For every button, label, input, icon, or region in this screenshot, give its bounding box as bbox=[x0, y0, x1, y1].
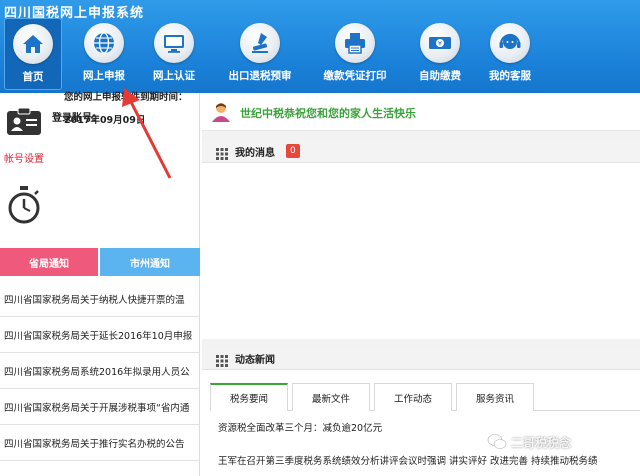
main-nav: 首页 网上申报 网上认证 出口退税预审 缴款凭证打印 ¥ 自助缴费 我的客服 bbox=[0, 18, 640, 90]
nav-home-label: 首页 bbox=[22, 71, 44, 83]
nav-export-rebate[interactable]: 出口退税预审 bbox=[214, 18, 306, 90]
stopwatch-icon bbox=[6, 185, 42, 225]
notice-tabs: 省局通知 市州通知 bbox=[0, 248, 200, 276]
user-avatar-icon bbox=[210, 101, 232, 123]
app-window: 四川国税网上申报系统 首页 网上申报 网上认证 出口退税预审 缴款凭证打印 ¥ … bbox=[0, 0, 640, 476]
divider bbox=[202, 131, 640, 139]
nav-export-rebate-label: 出口退税预审 bbox=[228, 70, 292, 82]
watermark-text: 二哥税税念 bbox=[511, 435, 572, 450]
top-banner: 四川国税网上申报系统 首页 网上申报 网上认证 出口退税预审 缴款凭证打印 ¥ … bbox=[0, 0, 640, 93]
stamp-icon bbox=[240, 23, 280, 63]
login-info: 登录账号： 帐号设置 bbox=[0, 93, 200, 168]
news-item[interactable]: 王军在召开第三季度税务系统绩效分析讲评会议时强调 讲实评好 改进完善 持续推动税… bbox=[218, 453, 638, 467]
notice-item[interactable]: 四川省国家税务局系统2016年拟录用人员公 bbox=[0, 353, 199, 389]
grid-icon bbox=[216, 352, 228, 367]
nav-customer-service[interactable]: 我的客服 bbox=[478, 18, 542, 90]
monitor-icon bbox=[154, 23, 194, 63]
nav-home[interactable]: 首页 bbox=[4, 18, 62, 90]
support-icon bbox=[490, 23, 530, 63]
tab-province-notice[interactable]: 省局通知 bbox=[0, 248, 98, 276]
notice-item[interactable]: 四川省国家税务局关于延长2016年10月申报 bbox=[0, 317, 199, 353]
notice-item[interactable]: 四川省国家税务局关于开展涉税事项“省内通 bbox=[0, 389, 199, 425]
account-settings-link[interactable]: 帐号设置 bbox=[4, 150, 44, 165]
grid-icon bbox=[216, 145, 228, 160]
news-tabs: 税务要闻 最新文件 工作动态 服务资讯 bbox=[210, 383, 640, 411]
messages-title: 我的消息 bbox=[235, 148, 275, 159]
news-header: 动态新闻 bbox=[202, 346, 640, 370]
messages-body bbox=[202, 164, 640, 341]
notice-item[interactable]: 四川省国家税务局关于纳税人快捷开票的温 bbox=[0, 281, 199, 317]
globe-icon bbox=[84, 23, 124, 63]
nav-self-pay[interactable]: ¥ 自助缴费 bbox=[408, 18, 472, 90]
expire-info bbox=[0, 173, 200, 243]
cash-icon: ¥ bbox=[420, 23, 460, 63]
divider bbox=[202, 339, 640, 346]
expire-label: 您的网上申报软件到期时间： bbox=[64, 92, 188, 103]
tab-tax-news[interactable]: 税务要闻 bbox=[210, 383, 288, 411]
nav-online-auth-label: 网上认证 bbox=[153, 70, 195, 82]
message-count-badge: 0 bbox=[286, 144, 300, 158]
nav-payment-print-label: 缴款凭证打印 bbox=[323, 70, 387, 82]
tab-work-updates[interactable]: 工作动态 bbox=[374, 383, 452, 411]
watermark: 二哥税税念 bbox=[487, 430, 640, 454]
id-card-icon bbox=[6, 107, 42, 137]
notice-item[interactable]: 四川省国家税务局关于推行实名办税的公告 bbox=[0, 425, 199, 461]
nav-online-filing[interactable]: 网上申报 bbox=[72, 18, 136, 90]
nav-online-filing-label: 网上申报 bbox=[83, 70, 125, 82]
nav-customer-service-label: 我的客服 bbox=[489, 70, 531, 82]
nav-payment-print[interactable]: 缴款凭证打印 bbox=[312, 18, 398, 90]
tab-city-notice[interactable]: 市州通知 bbox=[100, 248, 200, 276]
notice-list: 四川省国家税务局关于纳税人快捷开票的温 四川省国家税务局关于延长2016年10月… bbox=[0, 281, 199, 461]
news-title: 动态新闻 bbox=[235, 355, 275, 366]
left-panel: 登录账号： 帐号设置 省局通知 市州通知 四川省国家税务局关于纳税人快捷开票的温… bbox=[0, 93, 200, 476]
tab-latest-docs[interactable]: 最新文件 bbox=[292, 383, 370, 411]
tab-service-info[interactable]: 服务资讯 bbox=[456, 383, 534, 411]
svg-text:¥: ¥ bbox=[438, 40, 442, 48]
expire-date: 2017年09月09日 bbox=[64, 115, 146, 126]
welcome-text: 世纪中税恭祝您和您的家人生活快乐 bbox=[240, 107, 416, 120]
messages-header: 我的消息 0 bbox=[202, 139, 640, 163]
printer-icon bbox=[335, 23, 375, 63]
nav-self-pay-label: 自助缴费 bbox=[419, 70, 461, 82]
nav-online-auth[interactable]: 网上认证 bbox=[142, 18, 206, 90]
wechat-logo-icon bbox=[487, 433, 507, 451]
main-content: 世纪中税恭祝您和您的家人生活快乐 我的消息 0 动态新闻 税务要闻 最新文件 工… bbox=[202, 93, 640, 476]
welcome-bar: 世纪中税恭祝您和您的家人生活快乐 bbox=[202, 93, 640, 131]
home-icon bbox=[13, 24, 53, 64]
